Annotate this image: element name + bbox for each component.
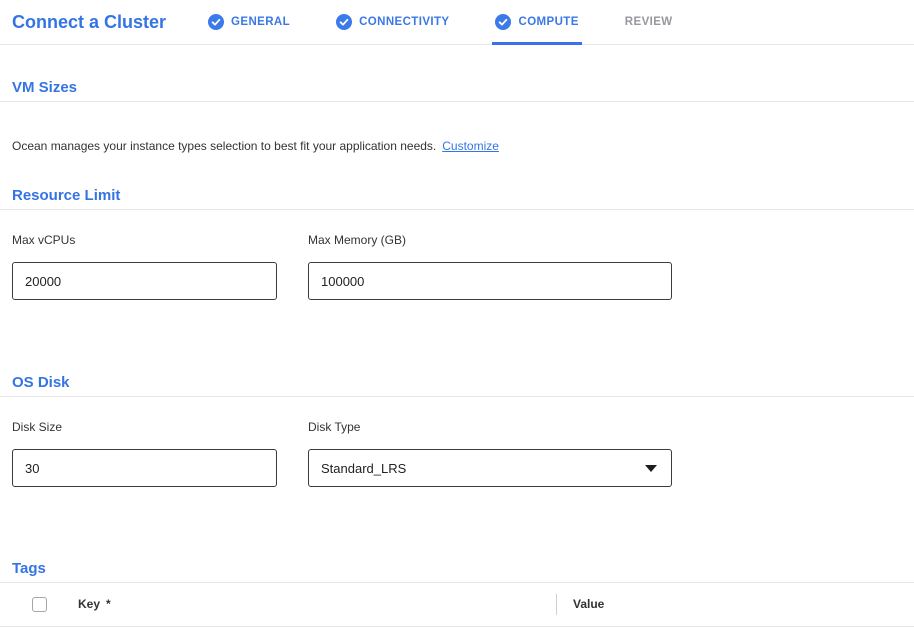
column-header-key: Key * bbox=[78, 597, 111, 611]
max-memory-input[interactable] bbox=[308, 262, 672, 300]
disk-type-selected-value: Standard_LRS bbox=[321, 461, 406, 476]
max-vcpus-input[interactable] bbox=[12, 262, 277, 300]
max-vcpus-label: Max vCPUs bbox=[12, 233, 277, 247]
tab-compute[interactable]: COMPUTE bbox=[495, 0, 578, 44]
check-circle-icon bbox=[336, 14, 352, 30]
tags-title: Tags bbox=[12, 560, 914, 577]
disk-size-field-group: Disk Size bbox=[12, 397, 277, 487]
tab-general[interactable]: GENERAL bbox=[208, 0, 290, 44]
wizard-header: Connect a Cluster GENERAL CONNECTIVITY C… bbox=[0, 0, 914, 45]
caret-down-icon bbox=[645, 465, 657, 472]
os-disk-section-header: OS Disk bbox=[0, 374, 914, 397]
vm-sizes-section-header: VM Sizes bbox=[0, 79, 914, 102]
column-divider bbox=[556, 594, 557, 615]
disk-size-label: Disk Size bbox=[12, 420, 277, 434]
max-memory-field-group: Max Memory (GB) bbox=[308, 210, 672, 300]
tab-connectivity-label: CONNECTIVITY bbox=[359, 16, 449, 28]
check-circle-icon bbox=[495, 14, 511, 30]
tab-connectivity[interactable]: CONNECTIVITY bbox=[336, 0, 449, 44]
required-asterisk: * bbox=[106, 597, 111, 611]
resource-limit-title: Resource Limit bbox=[12, 187, 914, 204]
vm-sizes-description: Ocean manages your instance types select… bbox=[12, 139, 914, 153]
check-circle-icon bbox=[208, 14, 224, 30]
tab-review-label: REVIEW bbox=[625, 16, 673, 28]
resource-limit-fields: Max vCPUs Max Memory (GB) bbox=[0, 210, 914, 300]
vm-sizes-description-text: Ocean manages your instance types select… bbox=[12, 139, 436, 153]
disk-type-label: Disk Type bbox=[308, 420, 672, 434]
connect-cluster-page: Connect a Cluster GENERAL CONNECTIVITY C… bbox=[0, 0, 914, 639]
page-title: Connect a Cluster bbox=[12, 12, 166, 33]
os-disk-fields: Disk Size Disk Type Standard_LRS bbox=[0, 397, 914, 487]
column-header-value: Value bbox=[573, 597, 604, 611]
disk-type-field-group: Disk Type Standard_LRS bbox=[308, 397, 672, 487]
tags-table-header-row: Key * Value bbox=[0, 583, 914, 627]
tab-general-label: GENERAL bbox=[231, 16, 290, 28]
tab-compute-label: COMPUTE bbox=[518, 16, 578, 28]
select-all-checkbox[interactable] bbox=[32, 597, 47, 612]
wizard-tabs: GENERAL CONNECTIVITY COMPUTE REVIEW bbox=[208, 0, 719, 44]
disk-size-input[interactable] bbox=[12, 449, 277, 487]
key-column-label: Key bbox=[78, 597, 100, 611]
tags-section-header: Tags bbox=[0, 560, 914, 583]
max-memory-label: Max Memory (GB) bbox=[308, 233, 672, 247]
tab-review[interactable]: REVIEW bbox=[625, 0, 673, 44]
os-disk-title: OS Disk bbox=[12, 374, 914, 391]
resource-limit-section-header: Resource Limit bbox=[0, 187, 914, 210]
customize-link[interactable]: Customize bbox=[442, 139, 499, 153]
vm-sizes-title: VM Sizes bbox=[12, 79, 914, 96]
max-vcpus-field-group: Max vCPUs bbox=[12, 210, 277, 300]
disk-type-select[interactable]: Standard_LRS bbox=[308, 449, 672, 487]
